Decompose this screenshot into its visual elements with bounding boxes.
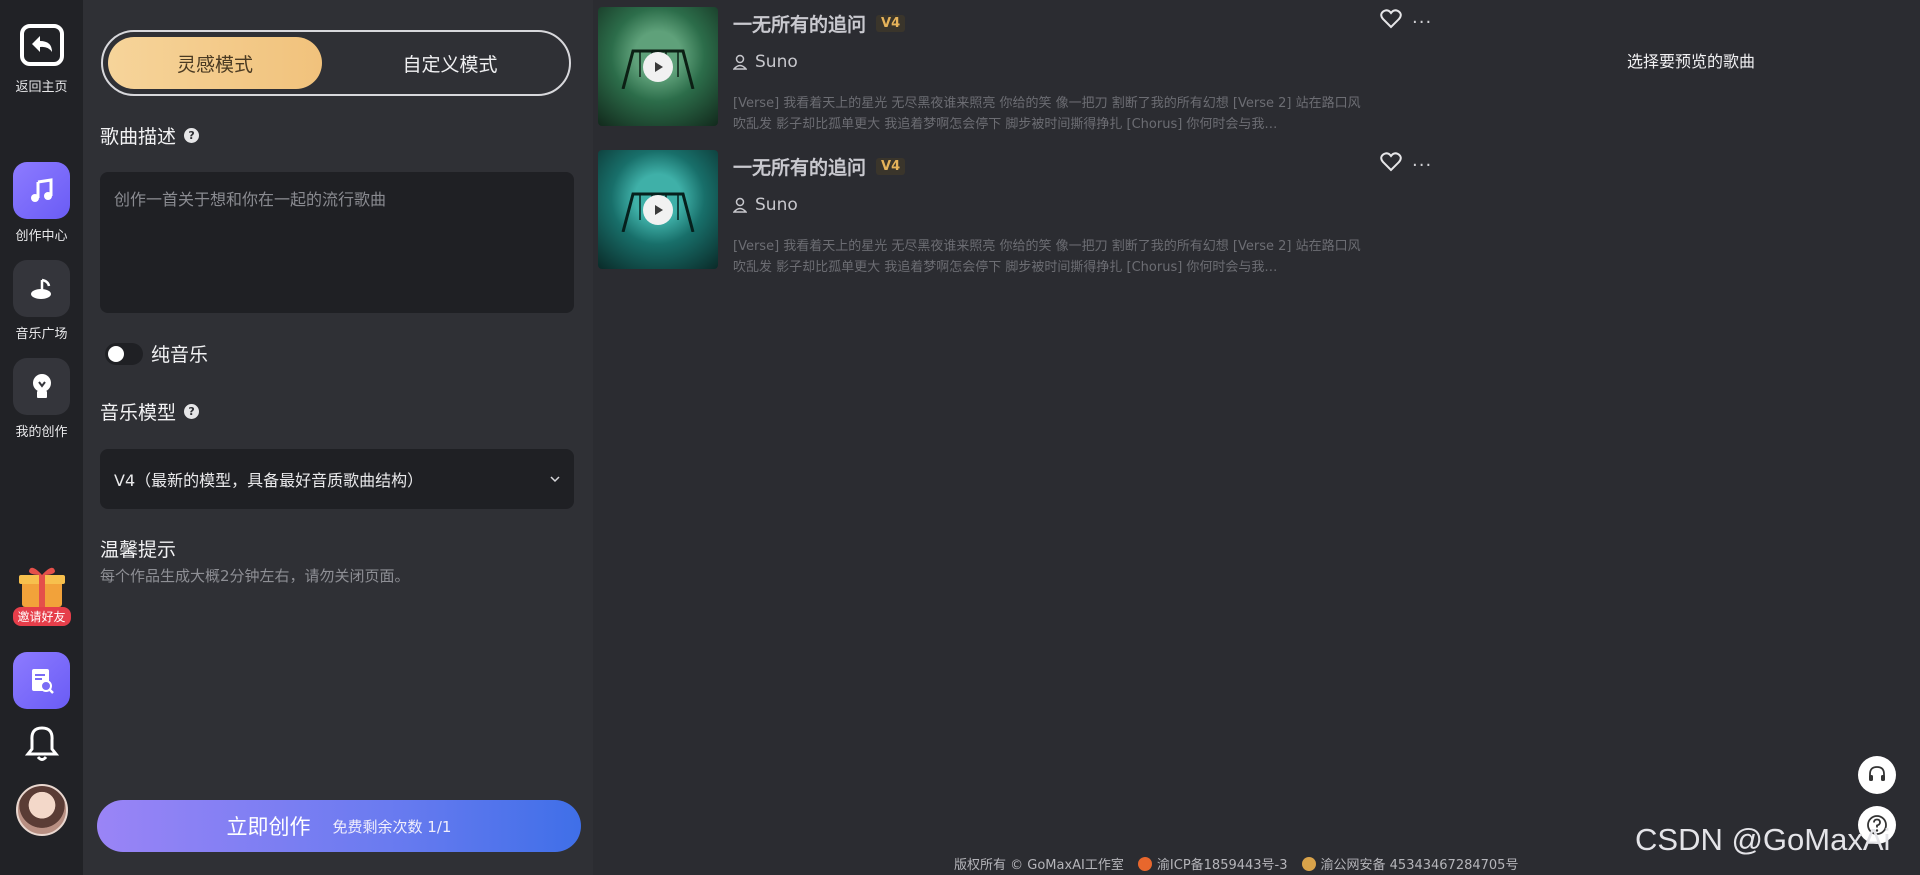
help-icon[interactable]: ? (184, 128, 200, 143)
song-description-input[interactable] (100, 172, 574, 313)
more-icon[interactable]: ··· (1412, 155, 1432, 176)
avatar (15, 784, 68, 836)
back-arrow-icon (19, 24, 64, 66)
nav-create-center[interactable]: 创作中心 (0, 162, 83, 244)
user-icon (733, 54, 747, 70)
help-icon[interactable]: ? (184, 404, 200, 419)
back-home-label: 返回主页 (15, 80, 68, 95)
footer-icp[interactable]: 渝ICP备1859443号-3 (1137, 854, 1288, 873)
instrumental-toggle[interactable] (105, 342, 143, 365)
instrumental-label: 纯音乐 (151, 344, 209, 366)
invite-friends-button[interactable]: 邀请好友 (0, 563, 83, 626)
creation-panel: 灵感模式 自定义模式 歌曲描述 ? 纯音乐 音乐模型 ? V4（最新的模型，具备… (83, 0, 593, 875)
police-badge-icon (1301, 856, 1316, 871)
tab-custom-mode[interactable]: 自定义模式 (335, 37, 565, 89)
user-icon (733, 197, 747, 213)
song-title-text: 一无所有的追问 (733, 14, 867, 36)
music-note-icon (30, 177, 52, 202)
song-artist: Suno (733, 195, 798, 215)
instrumental-toggle-row: 纯音乐 (105, 340, 208, 367)
tab-inspiration-mode[interactable]: 灵感模式 (108, 37, 322, 89)
police-text: 渝公网安备 45343467284705号 (1320, 858, 1519, 873)
tip-text: 每个作品生成大概2分钟左右，请勿关闭页面。 (100, 567, 410, 585)
music-model-select[interactable]: V4（最新的模型，具备最好音质歌曲结构） (100, 449, 574, 509)
song-card[interactable]: 一无所有的追问 V4 Suno [Verse] 我看着天上的星光 无尽黑夜谁来照… (598, 7, 1438, 132)
footer: 版权所有 © GoMaxAI工作室 渝ICP备1859443号-3 渝公网安备 … (954, 854, 1518, 873)
version-badge: V4 (876, 158, 906, 175)
heart-icon[interactable] (1380, 9, 1402, 29)
music-model-title: 音乐模型 (100, 402, 177, 424)
create-center-tile (13, 162, 70, 219)
free-count-label: 免费剩余次数 1/1 (332, 817, 452, 836)
customer-support-button[interactable] (1858, 756, 1896, 794)
user-avatar-button[interactable] (0, 784, 83, 836)
music-square-tile (13, 260, 70, 317)
heart-icon[interactable] (1380, 152, 1402, 172)
document-search-tile (13, 652, 70, 709)
mode-switch: 灵感模式 自定义模式 (101, 30, 571, 96)
more-icon[interactable]: ··· (1412, 12, 1432, 33)
song-card[interactable]: 一无所有的追问 V4 Suno [Verse] 我看着天上的星光 无尽黑夜谁来照… (598, 150, 1438, 275)
chevron-down-icon (550, 476, 560, 483)
song-cover[interactable] (598, 150, 718, 269)
my-creations-label: 我的创作 (15, 425, 68, 440)
nav-music-square[interactable]: 音乐广场 (0, 260, 83, 342)
artist-name: Suno (755, 195, 798, 215)
tip-title: 温馨提示 (100, 539, 177, 561)
invite-friends-graphic: 邀请好友 (12, 563, 71, 626)
footer-copyright: 版权所有 © GoMaxAI工作室 (954, 854, 1124, 873)
left-nav-rail: 返回主页 创作中心 音乐广场 我的创作 邀请好友 (0, 0, 83, 875)
create-center-label: 创作中心 (15, 229, 68, 244)
my-creations-tile (13, 358, 70, 415)
play-icon[interactable] (643, 52, 673, 82)
artist-name: Suno (755, 52, 798, 72)
watermark: CSDN @GoMaxAi (1635, 822, 1891, 857)
song-title: 一无所有的追问 V4 (733, 10, 906, 37)
song-title: 一无所有的追问 V4 (733, 153, 906, 180)
song-lyrics: [Verse] 我看着天上的星光 无尽黑夜谁来照亮 你给的笑 像一把刀 割断了我… (733, 239, 1361, 275)
invite-friends-label: 邀请好友 (12, 607, 71, 626)
song-description-heading: 歌曲描述 ? (100, 122, 200, 149)
song-artist: Suno (733, 52, 798, 72)
icp-text: 渝ICP备1859443号-3 (1156, 858, 1288, 873)
create-now-button[interactable]: 立即创作 免费剩余次数 1/1 (97, 800, 581, 852)
preview-hint: 选择要预览的歌曲 (1627, 52, 1756, 71)
footer-police[interactable]: 渝公网安备 45343467284705号 (1301, 854, 1519, 873)
copyright-text: 版权所有 © GoMaxAI工作室 (954, 858, 1124, 873)
lightbulb-icon (32, 373, 51, 398)
headset-icon (1869, 766, 1885, 781)
icp-icon (1137, 856, 1152, 871)
music-model-value: V4（最新的模型，具备最好音质歌曲结构） (114, 471, 424, 490)
song-title-text: 一无所有的追问 (733, 157, 867, 179)
gift-icon (19, 567, 65, 607)
song-cover[interactable] (598, 7, 718, 126)
notifications-button[interactable] (0, 724, 83, 762)
back-home-button[interactable]: 返回主页 (0, 22, 83, 95)
music-square-label: 音乐广场 (15, 327, 68, 342)
music-model-heading: 音乐模型 ? (100, 398, 200, 425)
vinyl-icon (30, 278, 51, 299)
document-search-button[interactable] (0, 652, 83, 709)
bell-icon (24, 726, 59, 761)
song-description-title: 歌曲描述 (100, 126, 177, 148)
nav-my-creations[interactable]: 我的创作 (0, 358, 83, 440)
play-icon[interactable] (643, 195, 673, 225)
create-now-label: 立即创作 (226, 815, 311, 839)
document-search-icon (31, 668, 54, 694)
version-badge: V4 (876, 15, 906, 32)
song-lyrics: [Verse] 我看着天上的星光 无尽黑夜谁来照亮 你给的笑 像一把刀 割断了我… (733, 96, 1361, 132)
